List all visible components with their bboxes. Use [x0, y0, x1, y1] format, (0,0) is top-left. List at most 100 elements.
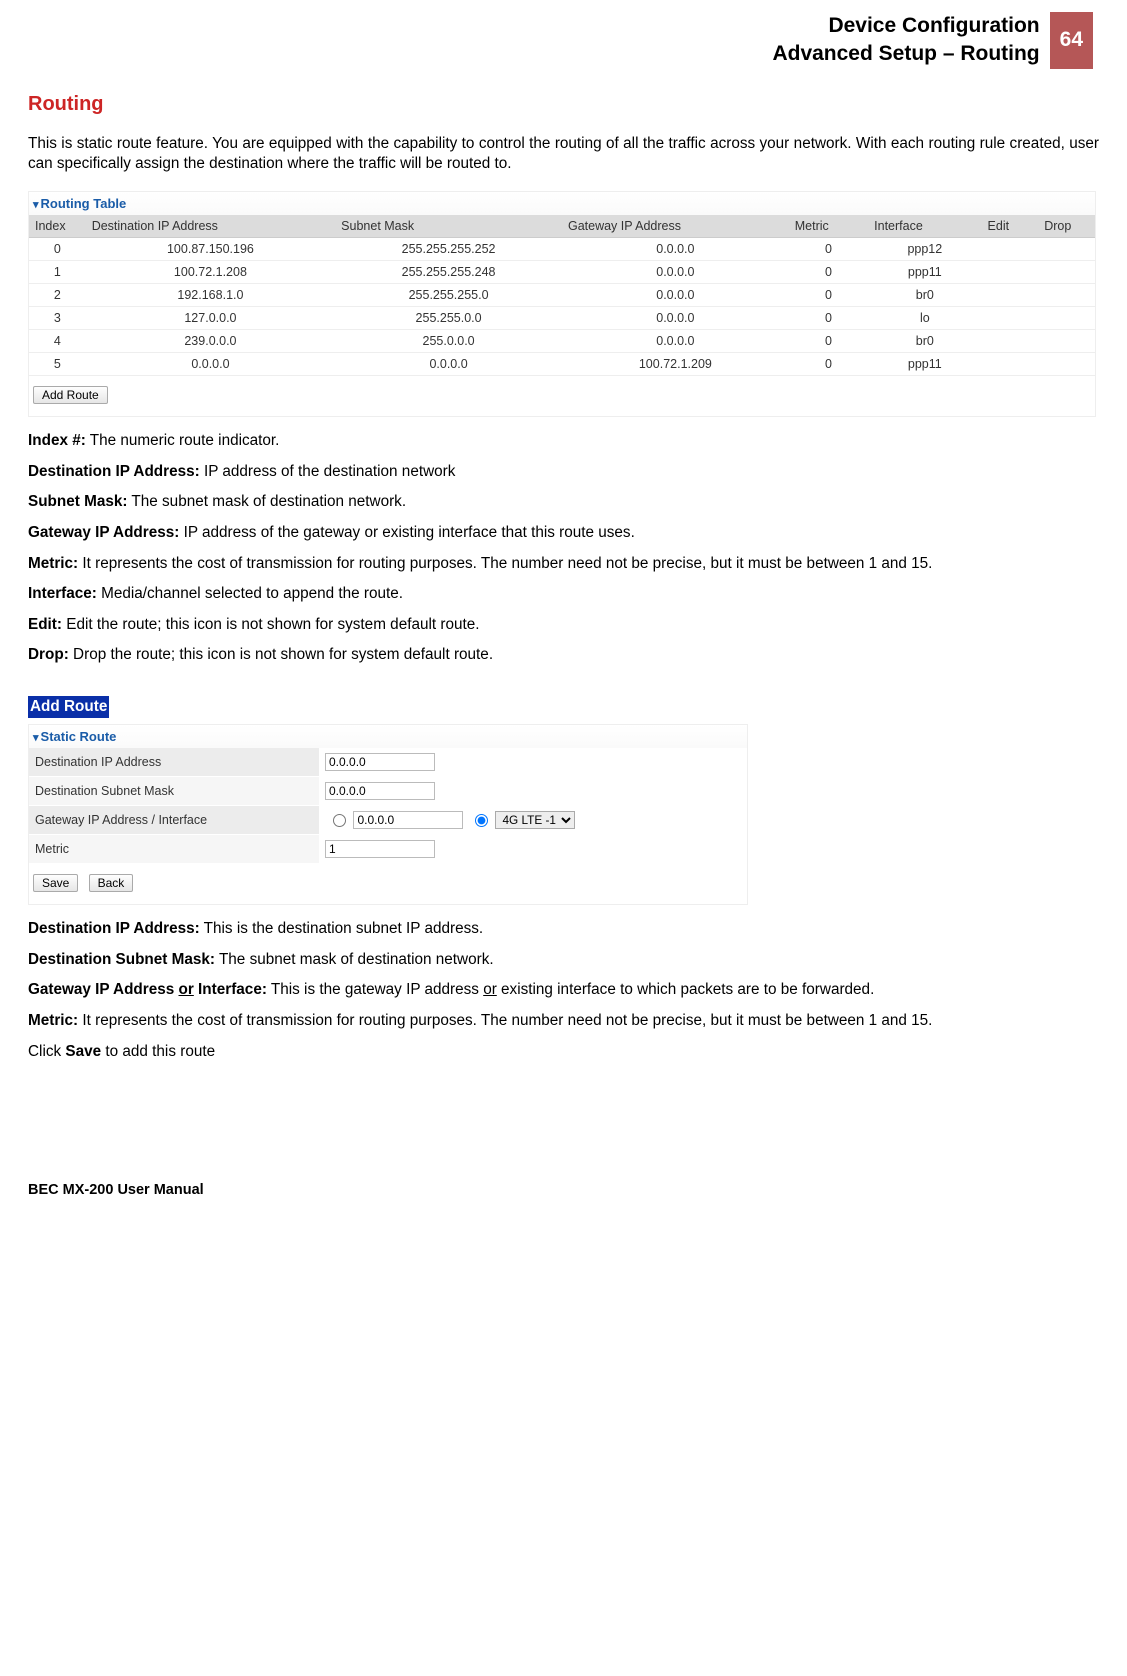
cell-gw: 0.0.0.0 [562, 306, 789, 329]
cell-iface: br0 [868, 283, 981, 306]
desc-dest-label: Destination IP Address: [28, 463, 200, 480]
dest-ip-label: Destination IP Address [29, 748, 319, 777]
cell-edit [982, 306, 1039, 329]
desc2-dest-text: This is the destination subnet IP addres… [200, 920, 483, 937]
cell-mask: 255.255.0.0 [335, 306, 562, 329]
static-route-form: Destination IP Address Destination Subne… [29, 748, 747, 864]
cell-gw: 0.0.0.0 [562, 260, 789, 283]
desc-mask-label: Subnet Mask: [28, 493, 127, 510]
desc2-metric-text: It represents the cost of transmission f… [78, 1012, 932, 1029]
cell-dest: 0.0.0.0 [86, 352, 335, 375]
routing-table-title: ▾Routing Table [29, 192, 1095, 215]
cell-drop [1038, 237, 1095, 260]
cell-index: 1 [29, 260, 86, 283]
cell-dest: 192.168.1.0 [86, 283, 335, 306]
cell-mask: 255.255.255.0 [335, 283, 562, 306]
desc2-click-save: Click Save to add this route [28, 1042, 1099, 1063]
collapse-icon[interactable]: ▾ [33, 198, 39, 211]
desc-index-text: The numeric route indicator. [86, 432, 280, 449]
desc2-mask-label: Destination Subnet Mask: [28, 951, 215, 968]
cell-metric: 0 [789, 329, 868, 352]
cell-dest: 100.72.1.208 [86, 260, 335, 283]
desc-mask-text: The subnet mask of destination network. [127, 493, 406, 510]
page-number-badge: 64 [1050, 12, 1099, 69]
table-row: 4239.0.0.0255.0.0.00.0.0.00br0 [29, 329, 1095, 352]
cell-iface: ppp12 [868, 237, 981, 260]
cell-dest: 100.87.150.196 [86, 237, 335, 260]
gw-iface-radio[interactable] [475, 814, 488, 827]
col-edit: Edit [982, 215, 1039, 238]
table-row: 1100.72.1.208255.255.255.2480.0.0.00ppp1… [29, 260, 1095, 283]
cell-gw: 100.72.1.209 [562, 352, 789, 375]
gw-iface-select[interactable]: 4G LTE -1 [495, 811, 575, 829]
cell-gw: 0.0.0.0 [562, 329, 789, 352]
cell-drop [1038, 283, 1095, 306]
collapse-icon[interactable]: ▾ [33, 731, 39, 744]
back-button[interactable]: Back [89, 874, 134, 892]
save-button[interactable]: Save [33, 874, 78, 892]
cell-gw: 0.0.0.0 [562, 283, 789, 306]
cell-drop [1038, 352, 1095, 375]
col-index: Index [29, 215, 86, 238]
section-title: Routing [28, 93, 1099, 116]
desc-gw-label: Gateway IP Address: [28, 524, 179, 541]
cell-drop [1038, 260, 1095, 283]
cell-metric: 0 [789, 352, 868, 375]
col-drop: Drop [1038, 215, 1095, 238]
cell-edit [982, 329, 1039, 352]
desc-drop-text: Drop the route; this icon is not shown f… [69, 646, 493, 663]
footer-text: BEC MX-200 User Manual [28, 1182, 1099, 1198]
col-dest: Destination IP Address [86, 215, 335, 238]
desc-edit-label: Edit: [28, 616, 62, 633]
cell-mask: 255.255.255.248 [335, 260, 562, 283]
desc2-metric-label: Metric: [28, 1012, 78, 1029]
cell-index: 0 [29, 237, 86, 260]
dest-mask-input[interactable] [325, 782, 435, 800]
gw-ip-radio[interactable] [333, 814, 346, 827]
static-route-title: ▾Static Route [29, 725, 747, 748]
desc-metric-label: Metric: [28, 555, 78, 572]
col-mask: Subnet Mask [335, 215, 562, 238]
desc-metric-text: It represents the cost of transmission f… [78, 555, 932, 572]
routing-table-title-text: Routing Table [41, 196, 127, 211]
cell-iface: lo [868, 306, 981, 329]
gw-ip-input[interactable] [353, 811, 463, 829]
desc-gw-text: IP address of the gateway or existing in… [179, 524, 634, 541]
cell-metric: 0 [789, 237, 868, 260]
cell-drop [1038, 329, 1095, 352]
metric-input[interactable] [325, 840, 435, 858]
static-route-panel: ▾Static Route Destination IP Address Des… [28, 724, 748, 905]
desc2-dest-label: Destination IP Address: [28, 920, 200, 937]
table-header-row: Index Destination IP Address Subnet Mask… [29, 215, 1095, 238]
desc-index-label: Index #: [28, 432, 86, 449]
cell-dest: 239.0.0.0 [86, 329, 335, 352]
routing-table: Index Destination IP Address Subnet Mask… [29, 215, 1095, 376]
desc2-gw: Gateway IP Address or Interface: This is… [28, 980, 1099, 1001]
cell-index: 3 [29, 306, 86, 329]
col-iface: Interface [868, 215, 981, 238]
cell-metric: 0 [789, 260, 868, 283]
col-metric: Metric [789, 215, 868, 238]
desc-iface-label: Interface: [28, 585, 97, 602]
dest-ip-input[interactable] [325, 753, 435, 771]
intro-paragraph: This is static route feature. You are eq… [28, 134, 1099, 175]
add-route-button[interactable]: Add Route [33, 386, 108, 404]
cell-gw: 0.0.0.0 [562, 237, 789, 260]
cell-dest: 127.0.0.0 [86, 306, 335, 329]
cell-index: 2 [29, 283, 86, 306]
table-row: 50.0.0.00.0.0.0100.72.1.2090ppp11 [29, 352, 1095, 375]
cell-iface: br0 [868, 329, 981, 352]
cell-mask: 0.0.0.0 [335, 352, 562, 375]
table-row: 0100.87.150.196255.255.255.2520.0.0.00pp… [29, 237, 1095, 260]
cell-mask: 255.0.0.0 [335, 329, 562, 352]
metric-label: Metric [29, 835, 319, 864]
dest-mask-label: Destination Subnet Mask [29, 777, 319, 806]
cell-iface: ppp11 [868, 352, 981, 375]
cell-index: 5 [29, 352, 86, 375]
table-row: 2192.168.1.0255.255.255.00.0.0.00br0 [29, 283, 1095, 306]
desc2-mask-text: The subnet mask of destination network. [215, 951, 494, 968]
descriptions-1: Index #: The numeric route indicator. De… [28, 431, 1099, 666]
cell-metric: 0 [789, 283, 868, 306]
table-row: 3127.0.0.0255.255.0.00.0.0.00lo [29, 306, 1095, 329]
gw-label: Gateway IP Address / Interface [29, 806, 319, 835]
